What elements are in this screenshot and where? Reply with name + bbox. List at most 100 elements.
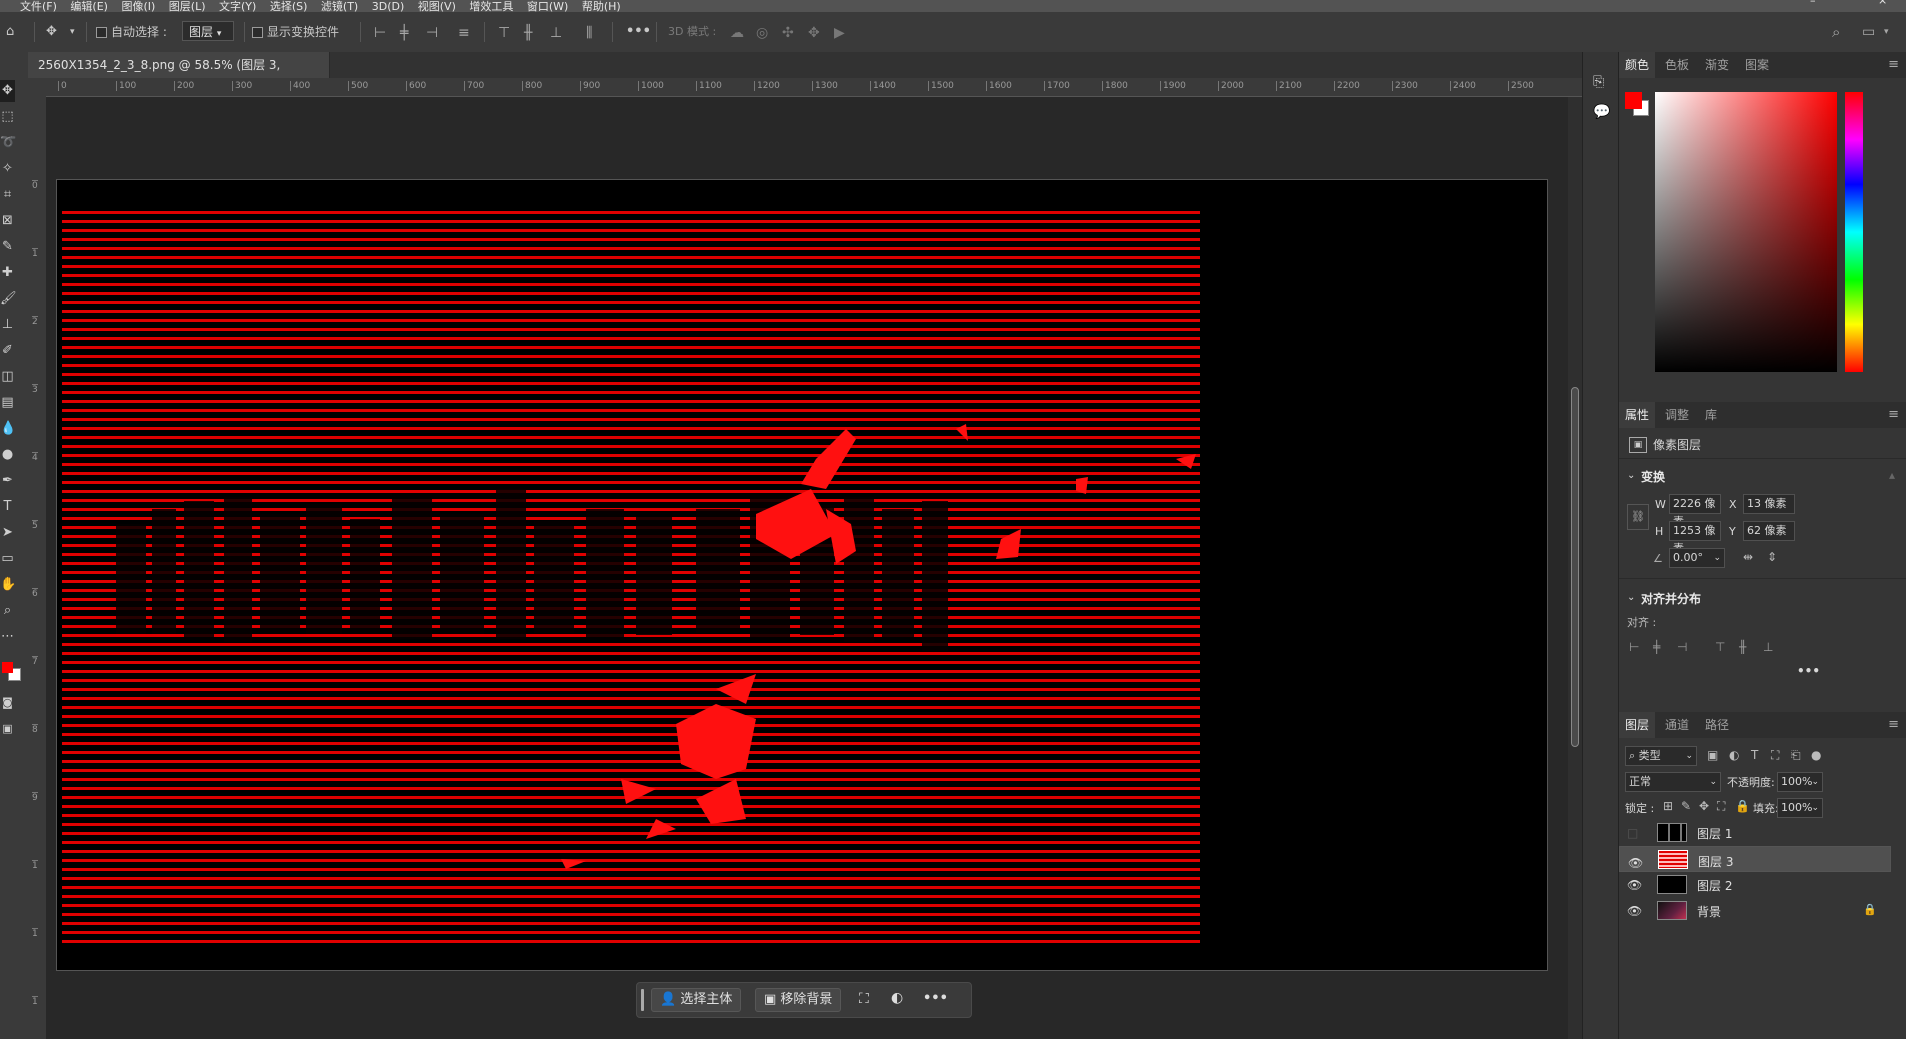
- transform-icon[interactable]: ⛶: [859, 991, 869, 1007]
- drag-handle[interactable]: [641, 989, 644, 1011]
- brush-tool-icon[interactable]: 🖌: [0, 288, 17, 310]
- adjustment-icon[interactable]: ◐: [891, 990, 903, 1006]
- eyedropper-tool-icon[interactable]: ✎: [0, 236, 15, 258]
- layer-kind-filter[interactable]: ⌕ 类型 ⌄: [1625, 746, 1697, 766]
- layer-row[interactable]: 👁 背景 🔒: [1619, 898, 1891, 924]
- path-selection-icon[interactable]: ➤: [0, 522, 15, 544]
- height-field[interactable]: 1253 像素: [1669, 521, 1721, 555]
- home-icon[interactable]: ⌂: [6, 22, 14, 42]
- search-icon[interactable]: ⌕: [1832, 22, 1840, 42]
- properties-scrollbar[interactable]: ▴: [1889, 468, 1895, 482]
- align-left-icon[interactable]: ⊢: [374, 23, 386, 43]
- tab-gradients[interactable]: 渐变: [1699, 52, 1735, 78]
- menu-window[interactable]: 窗口(W): [527, 1, 568, 12]
- tab-layers[interactable]: 图层: [1619, 712, 1656, 738]
- blend-mode-dropdown[interactable]: 正常 ⌄: [1625, 772, 1721, 792]
- crop-tool-icon[interactable]: ⌗: [0, 184, 15, 206]
- comment-icon[interactable]: 💬: [1593, 104, 1610, 120]
- distribute-vertical-icon[interactable]: ⫼: [586, 23, 592, 43]
- menu-type[interactable]: 文字(Y): [219, 1, 256, 12]
- rectangle-tool-icon[interactable]: ▭: [0, 548, 15, 570]
- filter-toggle-icon[interactable]: ●: [1811, 748, 1821, 762]
- tab-channels[interactable]: 通道: [1659, 712, 1695, 738]
- tab-swatches[interactable]: 色板: [1659, 52, 1695, 78]
- tab-libraries[interactable]: 库: [1699, 402, 1723, 428]
- tab-properties[interactable]: 属性: [1619, 402, 1656, 428]
- lock-position-icon[interactable]: ✥: [1699, 799, 1709, 813]
- panel-menu-icon[interactable]: ≡: [1888, 52, 1899, 78]
- align-bottom-icon[interactable]: ⊥: [1763, 640, 1773, 654]
- filter-adjustment-icon[interactable]: ◐: [1729, 748, 1739, 762]
- chevron-down-icon[interactable]: ▾: [70, 22, 75, 42]
- menu-plugins[interactable]: 增效工具: [469, 1, 513, 12]
- panel-menu-icon[interactable]: ≡: [1888, 712, 1899, 738]
- pen-tool-icon[interactable]: ✒: [0, 470, 15, 492]
- width-field[interactable]: 2226 像素: [1669, 494, 1721, 528]
- align-hcenter-icon[interactable]: ╪: [400, 23, 408, 43]
- hue-slider[interactable]: [1845, 92, 1863, 372]
- select-subject-button[interactable]: 👤 选择主体: [651, 988, 742, 1012]
- type-tool-icon[interactable]: T: [0, 496, 15, 518]
- history-brush-icon[interactable]: ✐: [0, 340, 15, 362]
- history-icon[interactable]: ⎘: [1593, 74, 1604, 90]
- foreground-color-chip[interactable]: [1625, 92, 1642, 109]
- color-field[interactable]: [1655, 92, 1837, 372]
- lock-transparent-icon[interactable]: ⊞: [1663, 799, 1673, 813]
- more-tools-icon[interactable]: ⋯: [0, 626, 15, 648]
- close-window-icon[interactable]: ×: [1878, 0, 1887, 6]
- panel-menu-icon[interactable]: ≡: [1888, 402, 1899, 428]
- menu-filter[interactable]: 滤镜(T): [321, 1, 358, 12]
- remove-background-button[interactable]: ▣ 移除背景: [755, 988, 842, 1012]
- slide-3d-icon[interactable]: ✥: [808, 23, 820, 43]
- chevron-down-icon[interactable]: ⌄: [1627, 470, 1635, 481]
- blur-tool-icon[interactable]: 💧: [0, 418, 16, 440]
- menu-help[interactable]: 帮助(H): [582, 1, 621, 12]
- lock-image-icon[interactable]: ✎: [1681, 799, 1691, 813]
- move-tool-preset-icon[interactable]: ✥: [46, 22, 57, 42]
- tab-color[interactable]: 颜色: [1619, 52, 1656, 78]
- filter-type-icon[interactable]: T: [1751, 748, 1758, 762]
- hand-tool-icon[interactable]: ✋: [0, 574, 16, 596]
- document-tab[interactable]: 2560X1354_2_3_8.png @ 58.5% (图层 3, RGB/8…: [28, 52, 330, 98]
- more-button[interactable]: •••: [923, 991, 948, 1006]
- zoom-tool-icon[interactable]: ⌕: [0, 600, 15, 622]
- angle-field[interactable]: 0.00° ⌄: [1669, 548, 1725, 568]
- filter-pixel-icon[interactable]: ▣: [1707, 748, 1718, 762]
- fill-field[interactable]: 100% ⌄: [1777, 798, 1823, 818]
- align-more-button[interactable]: •••: [1797, 664, 1820, 678]
- distribute-icon[interactable]: ≡: [458, 23, 470, 43]
- flip-horizontal-icon[interactable]: ⇹: [1743, 550, 1753, 564]
- tab-adjustments[interactable]: 调整: [1659, 402, 1695, 428]
- foreground-color-swatch[interactable]: [2, 662, 13, 673]
- eye-icon[interactable]: 👁: [1627, 878, 1642, 892]
- eye-icon[interactable]: 👁: [1628, 853, 1643, 873]
- chevron-down-icon[interactable]: ▾: [1884, 22, 1889, 42]
- chevron-down-icon[interactable]: ⌄: [1627, 592, 1635, 603]
- menu-edit[interactable]: 编辑(E): [70, 1, 108, 12]
- align-vcenter-icon[interactable]: ╫: [1739, 640, 1746, 654]
- lock-artboard-icon[interactable]: ⛶: [1717, 799, 1725, 814]
- clone-stamp-icon[interactable]: ⊥: [0, 314, 15, 336]
- minimize-icon[interactable]: –: [1810, 0, 1816, 6]
- dodge-tool-icon[interactable]: ●: [0, 444, 15, 466]
- marquee-tool-icon[interactable]: ⬚: [0, 106, 15, 128]
- lasso-tool-icon[interactable]: ➰: [0, 132, 16, 154]
- eraser-tool-icon[interactable]: ◫: [0, 366, 15, 388]
- layer-row[interactable]: 👁 图层 2: [1619, 872, 1891, 898]
- roll-3d-icon[interactable]: ◎: [756, 23, 768, 43]
- align-right-icon[interactable]: ⊣: [1677, 640, 1687, 654]
- filter-shape-icon[interactable]: ⛶: [1771, 748, 1779, 763]
- y-field[interactable]: 62 像素: [1743, 521, 1795, 541]
- layer-row[interactable]: □ 图层 1: [1619, 820, 1891, 846]
- align-top-icon[interactable]: ⊤: [498, 23, 510, 43]
- opacity-field[interactable]: 100% ⌄: [1777, 772, 1823, 792]
- align-vcenter-icon[interactable]: ╫: [524, 23, 532, 43]
- screen-mode-icon[interactable]: ▣: [0, 718, 15, 740]
- magic-wand-tool-icon[interactable]: ✧: [0, 158, 15, 180]
- menu-image[interactable]: 图像(I): [121, 1, 155, 12]
- menu-file[interactable]: 文件(F): [20, 1, 57, 12]
- menu-layer[interactable]: 图层(L): [169, 1, 206, 12]
- eye-icon[interactable]: 👁: [1627, 904, 1642, 918]
- align-left-icon[interactable]: ⊢: [1629, 640, 1639, 654]
- filter-smart-object-icon[interactable]: ⎗: [1791, 748, 1801, 763]
